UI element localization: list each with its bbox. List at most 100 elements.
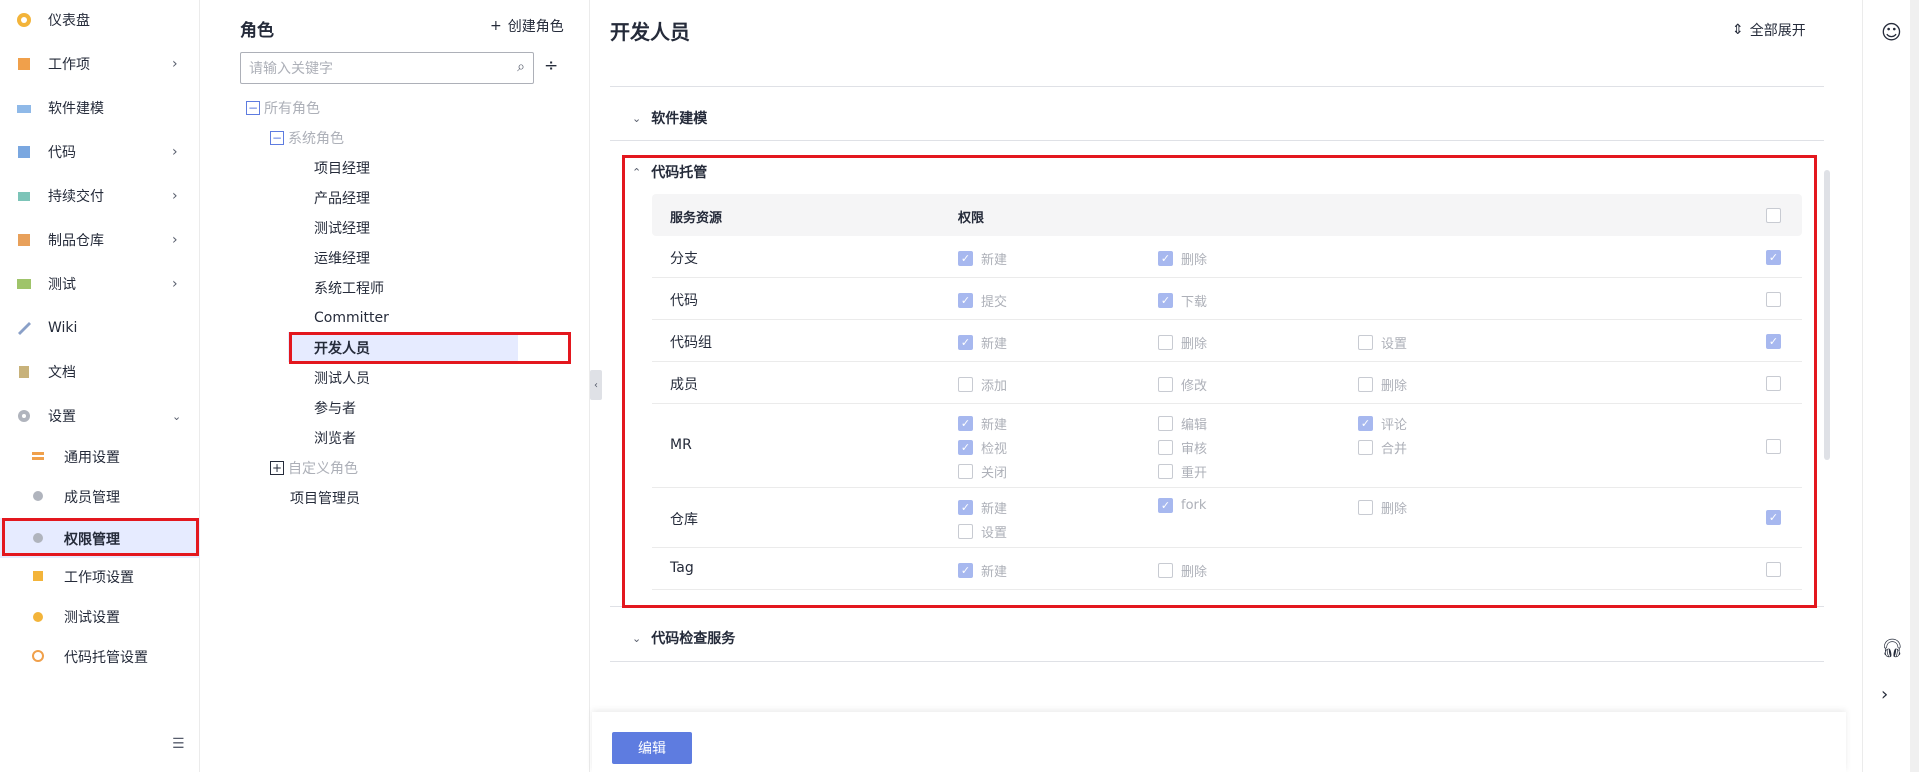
role-search-input[interactable] bbox=[249, 60, 499, 76]
checkbox[interactable] bbox=[958, 416, 973, 431]
section-header-check[interactable]: ⌄ 代码检查服务 bbox=[632, 628, 735, 648]
checkbox[interactable] bbox=[958, 524, 973, 539]
checkbox[interactable] bbox=[1158, 335, 1173, 350]
tree-node-custom-roles[interactable]: + 自定义角色 bbox=[270, 453, 358, 483]
sub-item-permission[interactable]: 权限管理 bbox=[0, 518, 200, 558]
minus-icon[interactable]: − bbox=[246, 101, 260, 115]
tree-node-role[interactable]: 项目经理 bbox=[314, 153, 370, 183]
nav-item-test[interactable]: 测试 › bbox=[0, 264, 200, 304]
sub-item-member[interactable]: 成员管理 bbox=[0, 476, 200, 516]
sub-item-workitem-settings[interactable]: 工作项设置 bbox=[0, 556, 200, 596]
checkbox[interactable] bbox=[958, 335, 973, 350]
checkbox[interactable] bbox=[1158, 293, 1173, 308]
perm-item[interactable]: 删除 bbox=[1158, 561, 1207, 580]
tree-node-all-roles[interactable]: − 所有角色 bbox=[246, 93, 320, 123]
page-scrollbar[interactable] bbox=[1910, 0, 1919, 772]
row-checkbox[interactable] bbox=[1766, 376, 1781, 391]
checkbox[interactable] bbox=[1358, 377, 1373, 392]
perm-item[interactable]: 设置 bbox=[958, 522, 1007, 541]
plus-box-icon[interactable]: + bbox=[270, 461, 284, 475]
content-scrollbar[interactable] bbox=[1824, 170, 1830, 460]
row-checkbox[interactable] bbox=[1766, 250, 1781, 265]
tree-node-role[interactable]: 运维经理 bbox=[314, 243, 370, 273]
row-checkbox[interactable] bbox=[1766, 510, 1781, 525]
perm-item[interactable]: 关闭 bbox=[958, 462, 1007, 481]
tree-node-system-roles[interactable]: − 系统角色 bbox=[270, 123, 344, 153]
nav-item-settings[interactable]: 设置 ⌄ bbox=[0, 396, 200, 436]
search-icon[interactable]: ⌕ bbox=[517, 59, 525, 75]
checkbox[interactable] bbox=[958, 500, 973, 515]
checkbox[interactable] bbox=[1158, 563, 1173, 578]
perm-item[interactable]: 评论 bbox=[1358, 414, 1407, 433]
checkbox[interactable] bbox=[958, 464, 973, 479]
section-header-modeling[interactable]: ⌄ 软件建模 bbox=[632, 108, 707, 128]
perm-item[interactable]: 删除 bbox=[1358, 498, 1407, 517]
chevron-right-icon[interactable]: › bbox=[1881, 684, 1888, 705]
perm-item[interactable]: 下载 bbox=[1158, 291, 1207, 310]
sub-item-test-settings[interactable]: 测试设置 bbox=[0, 596, 200, 636]
select-all-checkbox[interactable] bbox=[1766, 208, 1781, 223]
perm-item[interactable]: 设置 bbox=[1358, 333, 1407, 352]
checkbox[interactable] bbox=[1358, 335, 1373, 350]
nav-item-modeling[interactable]: 软件建模 bbox=[0, 88, 200, 128]
perm-item[interactable]: 重开 bbox=[1158, 462, 1207, 481]
expand-all-button[interactable]: ⇕ 全部展开 bbox=[1732, 20, 1806, 40]
row-checkbox[interactable] bbox=[1766, 562, 1781, 577]
checkbox[interactable] bbox=[1158, 440, 1173, 455]
nav-item-doc[interactable]: 文档 bbox=[0, 352, 200, 392]
headset-icon[interactable]: 🎧︎ bbox=[1881, 638, 1904, 659]
checkbox[interactable] bbox=[1158, 464, 1173, 479]
tree-node-role-selected[interactable]: 开发人员 bbox=[314, 333, 370, 363]
checkbox[interactable] bbox=[958, 440, 973, 455]
checkbox[interactable] bbox=[1358, 440, 1373, 455]
nav-item-wiki[interactable]: Wiki bbox=[0, 308, 200, 348]
sub-item-repo-settings[interactable]: 代码托管设置 bbox=[0, 636, 200, 676]
perm-item[interactable]: 新建 bbox=[958, 498, 1007, 517]
checkbox[interactable] bbox=[958, 377, 973, 392]
perm-item[interactable]: 修改 bbox=[1158, 375, 1207, 394]
sub-item-general-settings[interactable]: 通用设置 bbox=[0, 436, 200, 476]
tree-node-role[interactable]: 浏览者 bbox=[314, 423, 356, 453]
edit-button[interactable]: 编辑 bbox=[612, 732, 692, 764]
nav-item-code[interactable]: 代码 › bbox=[0, 132, 200, 172]
perm-item[interactable]: 添加 bbox=[958, 375, 1007, 394]
tree-node-role[interactable]: 项目管理员 bbox=[290, 483, 360, 513]
perm-item[interactable]: 新建 bbox=[958, 249, 1007, 268]
tree-node-role[interactable]: Committer bbox=[314, 303, 389, 333]
perm-item[interactable]: 提交 bbox=[958, 291, 1007, 310]
perm-item[interactable]: 新建 bbox=[958, 333, 1007, 352]
checkbox[interactable] bbox=[1158, 498, 1173, 513]
nav-item-artifact[interactable]: 制品仓库 › bbox=[0, 220, 200, 260]
tree-node-role[interactable]: 产品经理 bbox=[314, 183, 370, 213]
checkbox[interactable] bbox=[1158, 377, 1173, 392]
perm-item[interactable]: 审核 bbox=[1158, 438, 1207, 457]
collapse-nav-icon[interactable]: ☰ bbox=[172, 736, 185, 752]
perm-item[interactable]: 检视 bbox=[958, 438, 1007, 457]
checkbox[interactable] bbox=[1158, 251, 1173, 266]
tree-node-role[interactable]: 参与者 bbox=[314, 393, 356, 423]
collapse-tree-icon[interactable]: ÷ bbox=[544, 56, 558, 76]
perm-item[interactable]: 删除 bbox=[1358, 375, 1407, 394]
checkbox[interactable] bbox=[1358, 500, 1373, 515]
perm-item[interactable]: 新建 bbox=[958, 414, 1007, 433]
perm-item[interactable]: 合并 bbox=[1358, 438, 1407, 457]
perm-item[interactable]: 删除 bbox=[1158, 249, 1207, 268]
section-header-repo[interactable]: ⌃ 代码托管 bbox=[632, 162, 707, 182]
row-checkbox[interactable] bbox=[1766, 439, 1781, 454]
perm-item[interactable]: 编辑 bbox=[1158, 414, 1207, 433]
perm-item[interactable]: 删除 bbox=[1158, 333, 1207, 352]
checkbox[interactable] bbox=[958, 251, 973, 266]
checkbox[interactable] bbox=[1358, 416, 1373, 431]
smiley-icon[interactable]: ☺ bbox=[1881, 20, 1902, 44]
nav-item-workitem[interactable]: 工作项 › bbox=[0, 44, 200, 84]
checkbox[interactable] bbox=[958, 563, 973, 578]
nav-item-dashboard[interactable]: 仪表盘 bbox=[0, 0, 200, 40]
row-checkbox[interactable] bbox=[1766, 292, 1781, 307]
checkbox[interactable] bbox=[1158, 416, 1173, 431]
checkbox[interactable] bbox=[958, 293, 973, 308]
create-role-button[interactable]: + 创建角色 bbox=[490, 16, 564, 36]
row-checkbox[interactable] bbox=[1766, 334, 1781, 349]
tree-node-role[interactable]: 测试人员 bbox=[314, 363, 370, 393]
tree-node-role[interactable]: 系统工程师 bbox=[314, 273, 384, 303]
minus-icon[interactable]: − bbox=[270, 131, 284, 145]
